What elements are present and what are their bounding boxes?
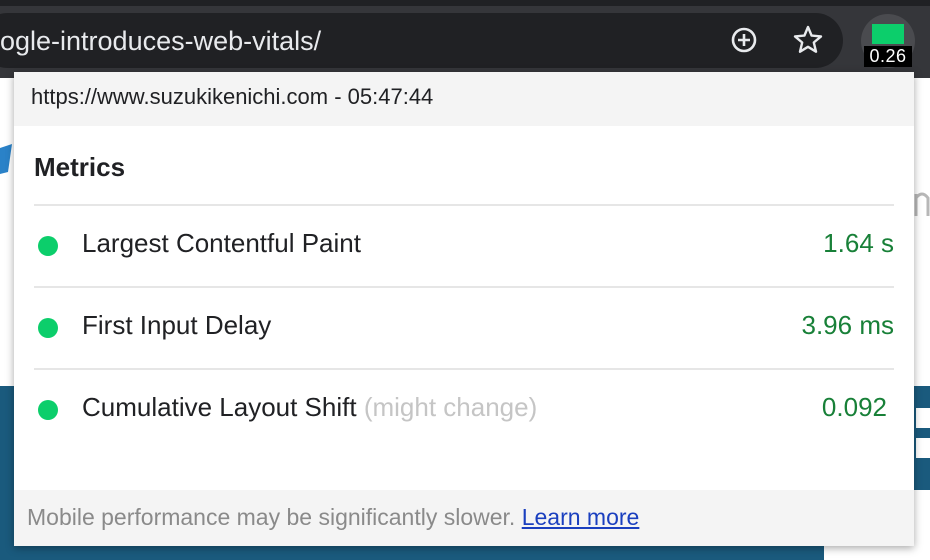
page-url-timestamp: https://www.suzukikenichi.com - 05:47:44 — [31, 84, 434, 109]
status-dot-icon — [38, 236, 58, 256]
popup-footer: Mobile performance may be significantly … — [14, 490, 914, 546]
browser-toolbar: ogle-introduces-web-vitals/ 0.26 — [0, 0, 930, 78]
page-text-fragment — [914, 180, 930, 230]
add-circle-icon[interactable] — [728, 24, 760, 56]
star-icon[interactable] — [792, 24, 824, 56]
web-vitals-popup: https://www.suzukikenichi.com - 05:47:44… — [14, 72, 914, 546]
metric-value: 0.092 — [821, 392, 887, 422]
footer-text: Mobile performance may be significantly … — [27, 504, 516, 530]
metric-name: Cumulative Layout Shift (might change) — [82, 392, 537, 423]
popup-header: https://www.suzukikenichi.com - 05:47:44 — [14, 72, 914, 126]
metric-label: Cumulative Layout Shift — [82, 392, 357, 422]
metric-name: First Input Delay — [82, 310, 272, 340]
metric-row-lcp: Largest Contentful Paint 1.64 s — [34, 206, 894, 286]
metric-value: 3.96 ms — [801, 310, 895, 340]
metrics-heading: Metrics — [34, 152, 126, 182]
extension-status-icon — [872, 24, 904, 44]
status-dot-icon — [38, 318, 58, 338]
metric-name: Largest Contentful Paint — [82, 228, 361, 258]
status-dot-icon — [38, 400, 58, 420]
url-text[interactable]: ogle-introduces-web-vitals/ — [0, 20, 321, 62]
learn-more-link[interactable]: Learn more — [522, 504, 640, 530]
metric-value: 1.64 s — [823, 228, 894, 258]
extension-badge: 0.26 — [864, 46, 912, 67]
footer-note: Mobile performance may be significantly … — [27, 504, 639, 531]
page-logo-fragment — [0, 142, 12, 182]
metric-row-fid: First Input Delay 3.96 ms — [34, 288, 894, 368]
tab-strip — [0, 0, 930, 6]
metric-note: (might change) — [363, 392, 538, 422]
metric-row-cls: Cumulative Layout Shift (might change) 0… — [34, 370, 894, 450]
page-banner-text-fragment — [914, 404, 930, 464]
